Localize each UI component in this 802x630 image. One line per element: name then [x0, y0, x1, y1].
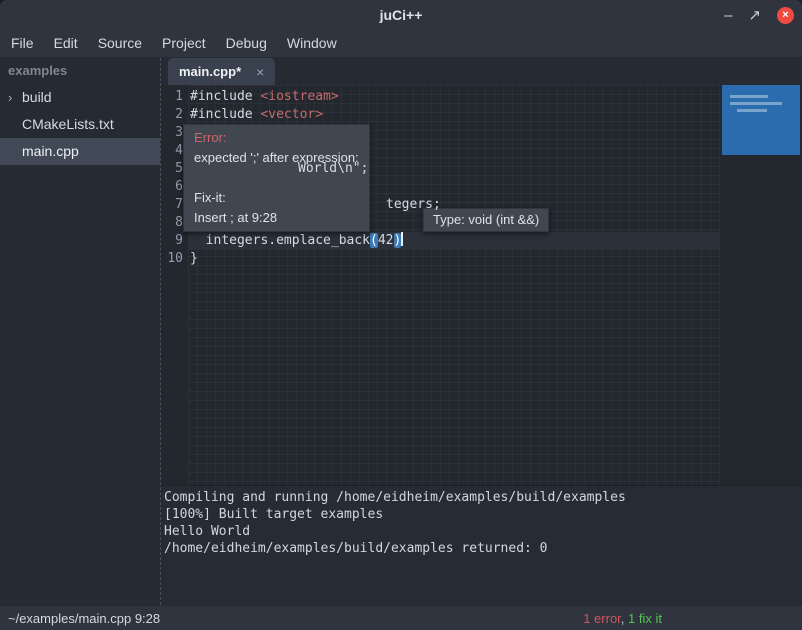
menu-item-source[interactable]: Source	[88, 30, 152, 57]
include-header: <iostream>	[260, 89, 338, 104]
code-line: 2 #include <vector>	[160, 106, 802, 124]
window-controls: – ↗ ×	[724, 0, 794, 30]
terminal-line: Hello World	[164, 523, 802, 540]
error-tooltip-title: Error:	[194, 128, 359, 148]
minimap-line	[730, 95, 768, 98]
matched-open-paren: (	[370, 233, 378, 248]
matched-close-paren: )	[394, 233, 402, 248]
line-number: 1	[160, 88, 183, 106]
code-fragment-line5: World\n";	[298, 160, 368, 178]
maximize-button[interactable]: ↗	[748, 8, 761, 23]
diagnostics-separator: ,	[621, 611, 628, 626]
line-number: 9	[160, 232, 183, 250]
tree-item-build[interactable]: › build	[0, 84, 160, 111]
minimap-line	[737, 109, 767, 112]
line-number: 10	[160, 250, 183, 268]
chevron-right-icon[interactable]: ›	[8, 84, 12, 111]
include-header: <vector>	[260, 107, 323, 122]
code-fragment-line7: tegers;	[386, 196, 441, 214]
type-tooltip-text: Type: void (int &&)	[433, 212, 539, 227]
fixit-label: Fix-it:	[194, 188, 359, 208]
terminal-line: /home/eidheim/examples/build/examples re…	[164, 540, 802, 557]
code-token: 42	[378, 233, 394, 248]
terminal-output[interactable]: Compiling and running /home/eidheim/exam…	[161, 485, 802, 605]
window-title: juCi++	[0, 0, 802, 30]
tab-label: main.cpp*	[179, 64, 241, 79]
line-number: 6	[160, 178, 183, 196]
sidebar-resize-handle[interactable]	[160, 58, 161, 605]
text-cursor	[401, 232, 403, 246]
minimap[interactable]	[722, 85, 800, 155]
fixit-text: Insert ; at 9:28	[194, 208, 359, 228]
menu-item-project[interactable]: Project	[152, 30, 216, 57]
tabbar: main.cpp* ×	[161, 58, 802, 85]
line-number: 7	[160, 196, 183, 214]
tab-main-cpp[interactable]: main.cpp* ×	[168, 58, 275, 85]
code-token: #include	[190, 89, 260, 104]
minimap-line	[730, 102, 782, 105]
terminal-line: Compiling and running /home/eidheim/exam…	[164, 489, 802, 506]
tree-item-label: main.cpp	[22, 143, 79, 159]
menu-item-debug[interactable]: Debug	[216, 30, 277, 57]
menu-item-edit[interactable]: Edit	[44, 30, 88, 57]
statusbar: ~/examples/main.cpp 9:28 1 error, 1 fix …	[0, 605, 802, 630]
file-tree: examples › build CMakeLists.txt main.cpp	[0, 58, 160, 605]
menubar: File Edit Source Project Debug Window	[0, 30, 802, 58]
code-token: integers.emplace_back	[190, 233, 370, 248]
code-line-current: 9 integers.emplace_back(42)	[160, 232, 802, 250]
juci-window: juCi++ – ↗ × File Edit Source Project De…	[0, 0, 802, 630]
line-number: 2	[160, 106, 183, 124]
line-number: 8	[160, 214, 183, 232]
tree-item-label: build	[22, 89, 52, 105]
close-icon: ×	[782, 10, 788, 21]
minimize-button[interactable]: –	[724, 8, 732, 23]
code-token: }	[190, 251, 198, 266]
cursor-location: ~/examples/main.cpp 9:28	[8, 611, 160, 626]
menu-item-window[interactable]: Window	[277, 30, 347, 57]
project-header: examples	[0, 58, 160, 84]
code-line: 1 #include <iostream>	[160, 88, 802, 106]
type-tooltip: Type: void (int &&)	[423, 208, 549, 232]
tree-item-label: CMakeLists.txt	[22, 116, 114, 132]
error-tooltip: Error: expected ';' after expression: Fi…	[183, 124, 370, 232]
line-number: 5	[160, 160, 183, 178]
error-count: 1 error	[583, 611, 621, 626]
code-line: 10 }	[160, 250, 802, 268]
fixit-count: 1 fix it	[628, 611, 662, 626]
titlebar[interactable]: juCi++ – ↗ ×	[0, 0, 802, 30]
menu-item-file[interactable]: File	[1, 30, 44, 57]
tree-item-main-cpp[interactable]: main.cpp	[0, 138, 160, 165]
close-button[interactable]: ×	[777, 7, 794, 24]
terminal-line: [100%] Built target examples	[164, 506, 802, 523]
tab-close-icon[interactable]: ×	[256, 65, 264, 79]
tree-item-cmakelists[interactable]: CMakeLists.txt	[0, 111, 160, 138]
diagnostics-summary: 1 error, 1 fix it	[583, 611, 662, 626]
line-number: 3	[160, 124, 183, 142]
code-token: #include	[190, 107, 260, 122]
line-number: 4	[160, 142, 183, 160]
